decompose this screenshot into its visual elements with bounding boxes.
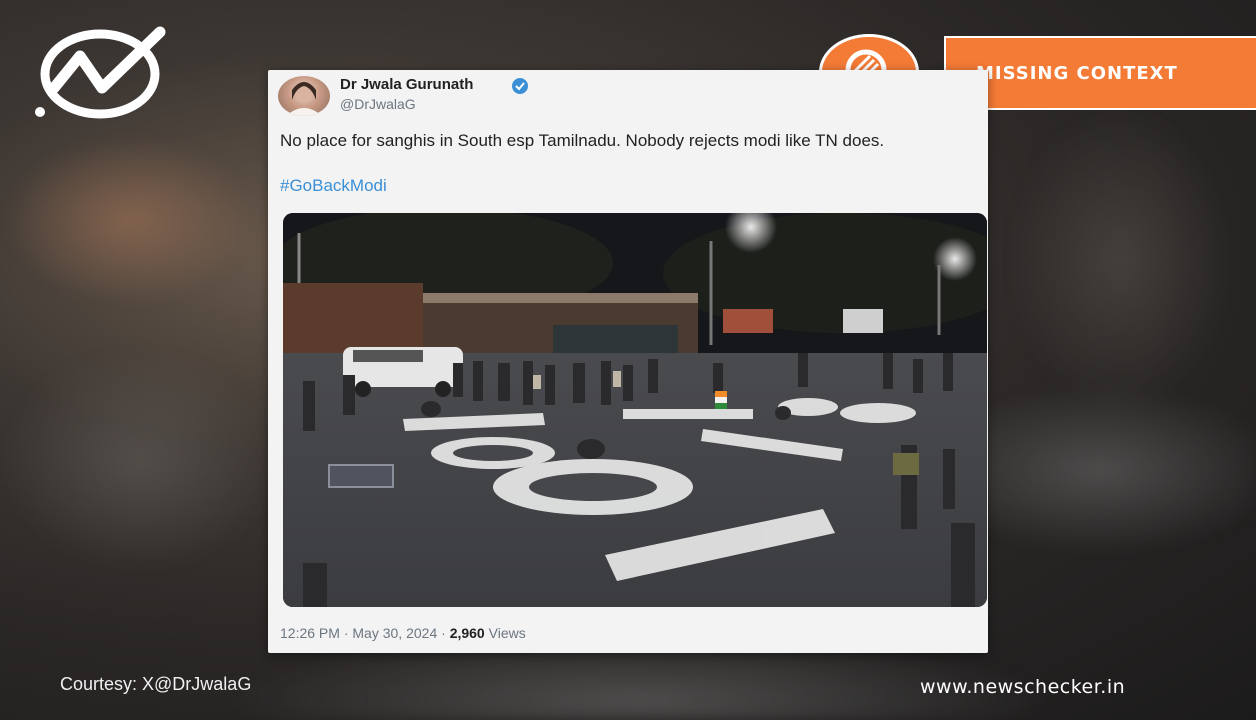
meta-separator: · xyxy=(343,625,349,641)
website-url: www.newschecker.in xyxy=(920,676,1126,698)
author-avatar[interactable] xyxy=(278,76,330,116)
author-name[interactable]: Dr Jwala Gurunath xyxy=(340,76,473,93)
newschecker-checkmark-icon xyxy=(35,26,166,119)
tweet-time[interactable]: 12:26 PM xyxy=(280,625,340,641)
verdict-label: MISSING CONTEXT xyxy=(944,36,1256,110)
street-scene-image xyxy=(283,213,987,607)
meta-separator: · xyxy=(441,625,446,641)
author-handle[interactable]: @DrJwalaG xyxy=(340,96,416,112)
tweet-text: No place for sanghis in South esp Tamiln… xyxy=(280,131,885,150)
courtesy-credit: Courtesy: X@DrJwalaG xyxy=(60,674,252,694)
newschecker-logo xyxy=(32,26,172,122)
tweet-card: Dr Jwala Gurunath @DrJwalaG No place for… xyxy=(268,70,988,653)
tweet-meta: 12:26 PM · May 30, 2024 · 2,960 Views xyxy=(280,625,526,641)
tweet-date[interactable]: May 30, 2024 xyxy=(352,625,437,641)
hashtag-link[interactable]: #GoBackModi xyxy=(280,176,387,196)
views-count: 2,960 xyxy=(449,625,485,641)
tweet-photo[interactable] xyxy=(283,213,987,607)
views-label: Views xyxy=(488,625,526,641)
verified-badge-icon xyxy=(512,78,528,94)
